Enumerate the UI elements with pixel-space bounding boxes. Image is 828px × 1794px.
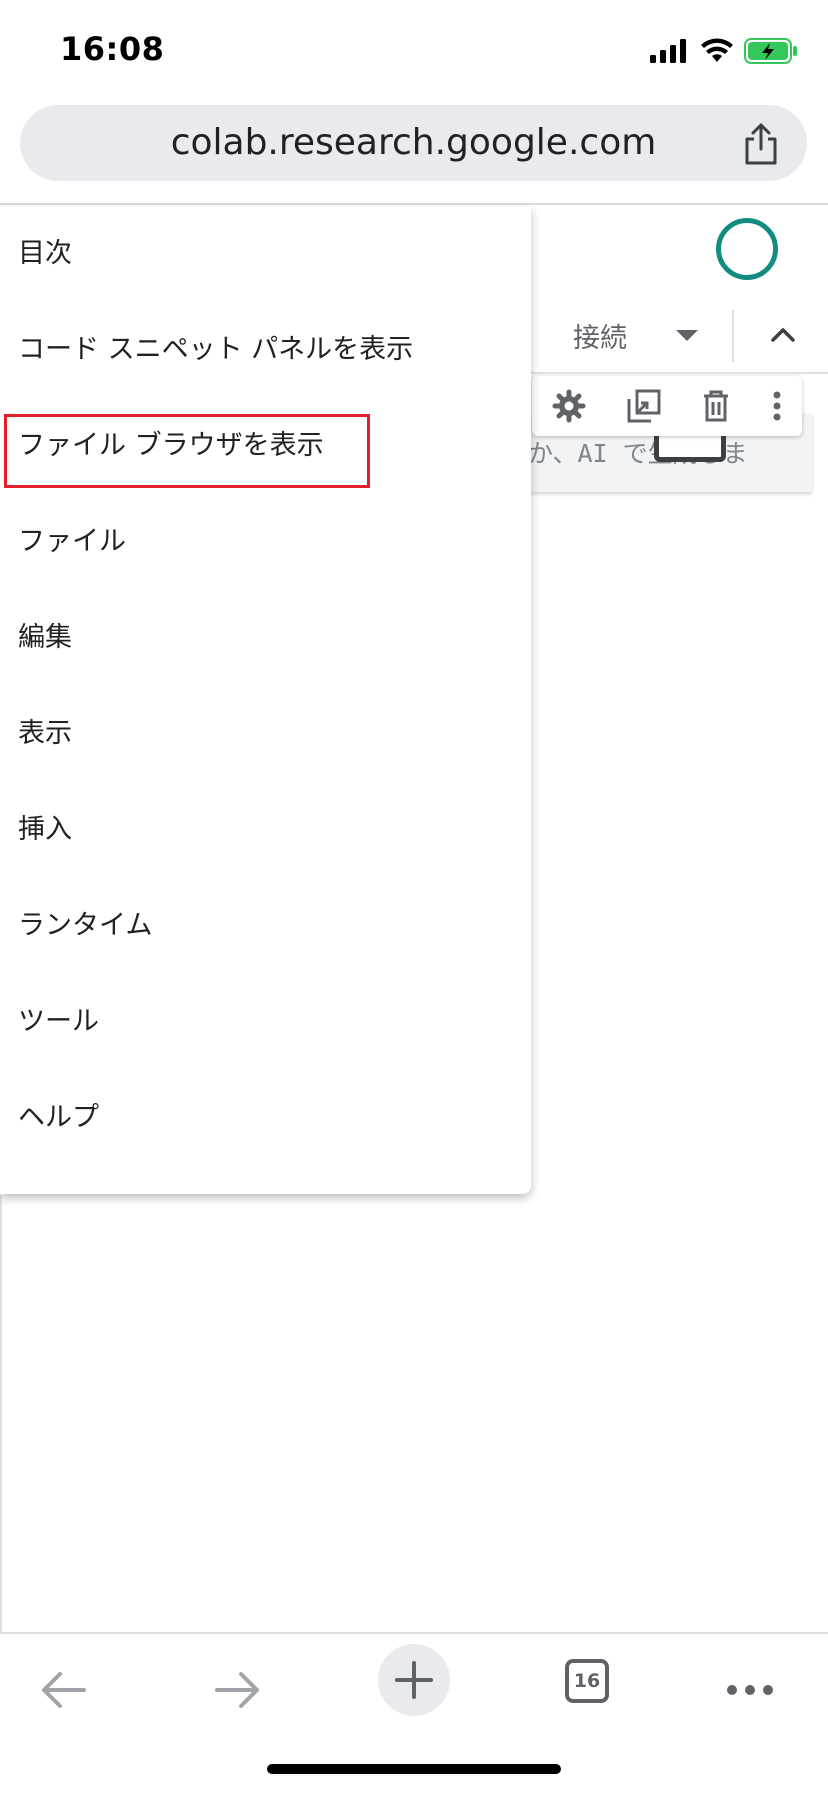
- toolbar-divider: [732, 310, 734, 362]
- menu-item-insert[interactable]: 挿入: [0, 782, 531, 878]
- notebook-menu: 目次 コード スニペット パネルを表示 ファイル ブラウザを表示 ファイル 編集…: [0, 206, 531, 1194]
- menu-item-file-browser[interactable]: ファイル ブラウザを表示: [0, 398, 531, 494]
- gear-icon[interactable]: [552, 389, 586, 423]
- battery-charging-icon: [744, 38, 797, 64]
- page-left-border: [0, 1195, 2, 1635]
- menu-item-runtime[interactable]: ランタイム: [0, 878, 531, 974]
- menu-item-tools[interactable]: ツール: [0, 974, 531, 1070]
- menu-item-edit[interactable]: 編集: [0, 590, 531, 686]
- chevron-up-icon[interactable]: [770, 322, 796, 348]
- more-vert-icon[interactable]: [772, 391, 782, 421]
- menu-item-toc[interactable]: 目次: [0, 206, 531, 302]
- home-indicator: [267, 1764, 561, 1774]
- url-text[interactable]: colab.research.google.com: [20, 105, 807, 181]
- share-icon[interactable]: [741, 123, 781, 165]
- menu-item-file[interactable]: ファイル: [0, 494, 531, 590]
- forward-button[interactable]: [198, 1652, 278, 1728]
- connect-button[interactable]: 接続: [573, 316, 627, 355]
- more-button[interactable]: [710, 1652, 790, 1728]
- cell-toolbar: [532, 376, 802, 436]
- forward-arrow-icon: [215, 1672, 259, 1708]
- tabs-icon[interactable]: 16: [565, 1659, 609, 1703]
- menu-item-view[interactable]: 表示: [0, 686, 531, 782]
- back-button[interactable]: [23, 1652, 103, 1728]
- new-tab-plus-icon: [395, 1661, 433, 1699]
- wifi-icon: [701, 38, 733, 62]
- menu-item-code-snippets[interactable]: コード スニペット パネルを表示: [0, 302, 531, 398]
- top-divider: [0, 203, 828, 205]
- trash-icon[interactable]: [701, 389, 731, 423]
- menu-item-help[interactable]: ヘルプ: [0, 1070, 531, 1166]
- status-bar: 16:08: [0, 0, 828, 100]
- mirror-cell-icon[interactable]: [627, 389, 661, 423]
- back-arrow-icon: [42, 1672, 86, 1708]
- avatar[interactable]: [716, 218, 778, 280]
- chevron-down-icon[interactable]: [676, 330, 698, 341]
- status-time: 16:08: [60, 30, 165, 68]
- url-bar[interactable]: colab.research.google.com: [20, 105, 807, 181]
- signal-icon: [650, 39, 686, 63]
- status-icons: [650, 36, 798, 66]
- new-tab-button[interactable]: [378, 1644, 450, 1716]
- more-horiz-icon: [727, 1685, 773, 1695]
